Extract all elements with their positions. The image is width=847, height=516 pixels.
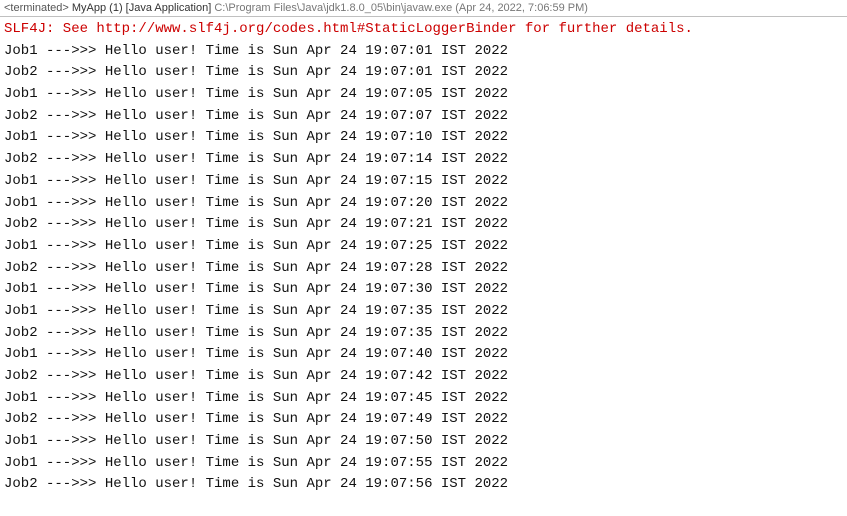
- log-line: Job1 --->>> Hello user! Time is Sun Apr …: [4, 279, 843, 301]
- executable-path-label: C:\Program Files\Java\jdk1.8.0_05\bin\ja…: [214, 2, 588, 14]
- log-line: Job2 --->>> Hello user! Time is Sun Apr …: [4, 106, 843, 128]
- log-line: Job2 --->>> Hello user! Time is Sun Apr …: [4, 409, 843, 431]
- slf4j-warning-line: SLF4J: See http://www.slf4j.org/codes.ht…: [4, 19, 843, 41]
- log-line: Job2 --->>> Hello user! Time is Sun Apr …: [4, 149, 843, 171]
- log-line: Job1 --->>> Hello user! Time is Sun Apr …: [4, 431, 843, 453]
- log-line: Job1 --->>> Hello user! Time is Sun Apr …: [4, 41, 843, 63]
- log-lines-container: Job1 --->>> Hello user! Time is Sun Apr …: [4, 41, 843, 496]
- log-line: Job1 --->>> Hello user! Time is Sun Apr …: [4, 84, 843, 106]
- log-line: Job2 --->>> Hello user! Time is Sun Apr …: [4, 474, 843, 496]
- log-line: Job1 --->>> Hello user! Time is Sun Apr …: [4, 388, 843, 410]
- app-name-label: MyApp (1) [Java Application]: [72, 2, 211, 14]
- log-line: Job2 --->>> Hello user! Time is Sun Apr …: [4, 62, 843, 84]
- console-header: <terminated> MyApp (1) [Java Application…: [0, 0, 847, 17]
- log-line: Job2 --->>> Hello user! Time is Sun Apr …: [4, 323, 843, 345]
- log-line: Job2 --->>> Hello user! Time is Sun Apr …: [4, 366, 843, 388]
- log-line: Job1 --->>> Hello user! Time is Sun Apr …: [4, 344, 843, 366]
- log-line: Job1 --->>> Hello user! Time is Sun Apr …: [4, 236, 843, 258]
- log-line: Job2 --->>> Hello user! Time is Sun Apr …: [4, 258, 843, 280]
- log-line: Job1 --->>> Hello user! Time is Sun Apr …: [4, 193, 843, 215]
- log-line: Job1 --->>> Hello user! Time is Sun Apr …: [4, 301, 843, 323]
- log-line: Job1 --->>> Hello user! Time is Sun Apr …: [4, 127, 843, 149]
- terminated-label: <terminated>: [4, 2, 69, 14]
- log-line: Job1 --->>> Hello user! Time is Sun Apr …: [4, 453, 843, 475]
- log-line: Job2 --->>> Hello user! Time is Sun Apr …: [4, 214, 843, 236]
- console-output[interactable]: SLF4J: See http://www.slf4j.org/codes.ht…: [0, 17, 847, 498]
- log-line: Job1 --->>> Hello user! Time is Sun Apr …: [4, 171, 843, 193]
